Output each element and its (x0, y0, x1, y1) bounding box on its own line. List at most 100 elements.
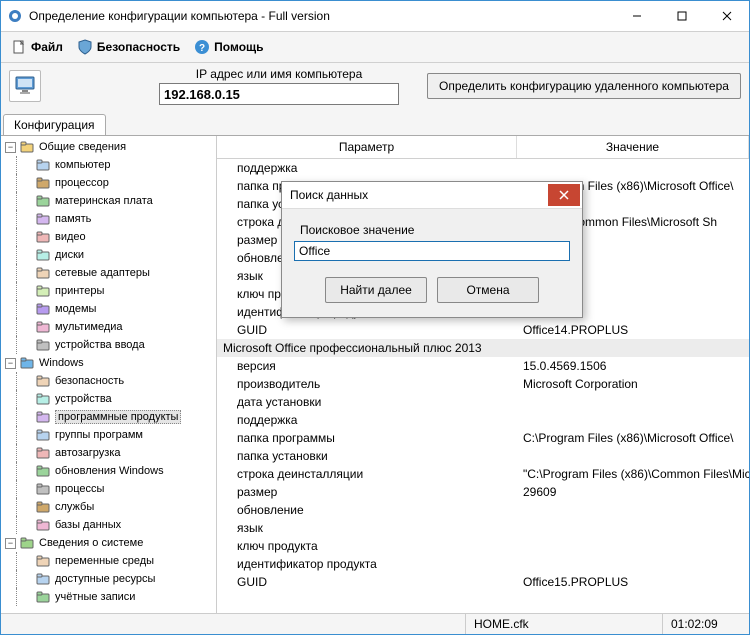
item-icon (35, 446, 51, 460)
tree-item[interactable]: процессор (1, 174, 216, 192)
dialog-close-button[interactable] (548, 184, 580, 206)
item-icon (35, 158, 51, 172)
list-row[interactable]: язык (217, 519, 749, 537)
list-row[interactable]: производительMicrosoft Corporation (217, 375, 749, 393)
menu-file-label: Файл (31, 40, 63, 54)
item-icon (35, 230, 51, 244)
column-parameter[interactable]: Параметр (217, 136, 517, 158)
tree-item[interactable]: диски (1, 246, 216, 264)
menu-help[interactable]: ? Помощь (188, 37, 269, 57)
collapse-icon[interactable]: − (5, 142, 16, 153)
tree-item[interactable]: базы данных (1, 516, 216, 534)
tree-item[interactable]: процессы (1, 480, 216, 498)
list-cell-param: GUID (217, 575, 517, 589)
tree-item-label: обновления Windows (55, 465, 164, 477)
list-row[interactable]: строка деинсталляции"C:\Program Files (x… (217, 465, 749, 483)
tree-item[interactable]: принтеры (1, 282, 216, 300)
list-row[interactable]: ключ продукта (217, 537, 749, 555)
tree-item[interactable]: программные продукты (1, 408, 216, 426)
tree-item[interactable]: память (1, 210, 216, 228)
tree-item-label: безопасность (55, 375, 124, 387)
tree-item-label: процессы (55, 483, 104, 495)
tree-group[interactable]: − Сведения о системе (1, 534, 216, 552)
close-button[interactable] (704, 2, 749, 31)
list-header: Параметр Значение (217, 136, 749, 159)
tree-group[interactable]: −Общие сведения (1, 138, 216, 156)
tree-item[interactable]: устройства ввода (1, 336, 216, 354)
search-value-input[interactable] (294, 241, 570, 261)
tree-pane[interactable]: −Общие сведениякомпьютерпроцессорматерин… (1, 136, 217, 613)
list-group-label: Microsoft Office профессиональный плюс 2… (217, 341, 749, 355)
tree-item[interactable]: видео (1, 228, 216, 246)
detect-remote-button[interactable]: Определить конфигурацию удаленного компь… (427, 73, 741, 99)
list-row[interactable]: обновление (217, 501, 749, 519)
menu-file[interactable]: Файл (5, 37, 69, 57)
tree-item[interactable]: группы программ (1, 426, 216, 444)
svg-text:?: ? (199, 43, 205, 54)
ip-input[interactable] (159, 83, 399, 105)
detect-local-button[interactable] (9, 70, 41, 102)
tree-item[interactable]: компьютер (1, 156, 216, 174)
tree-item[interactable]: доступные ресурсы (1, 570, 216, 588)
tree-group-label: Сведения о системе (39, 537, 143, 549)
tree-item-label: модемы (55, 303, 96, 315)
item-icon (35, 338, 51, 352)
minimize-button[interactable] (614, 2, 659, 31)
tree-item[interactable]: материнская плата (1, 192, 216, 210)
list-cell-param: GUID (217, 323, 517, 337)
item-icon (35, 518, 51, 532)
list-row[interactable]: дата установки (217, 393, 749, 411)
list-row[interactable]: поддержка (217, 411, 749, 429)
menu-help-label: Помощь (214, 40, 263, 54)
dialog-field-label: Поисковое значение (300, 223, 570, 237)
list-row[interactable]: GUIDOffice14.PROPLUS (217, 321, 749, 339)
tree-item[interactable]: сетевые адаптеры (1, 264, 216, 282)
list-row[interactable]: размер29609 (217, 483, 749, 501)
item-icon (35, 572, 51, 586)
list-row[interactable]: идентификатор продукта (217, 555, 749, 573)
tree-item[interactable]: безопасность (1, 372, 216, 390)
list-row[interactable]: версия15.0.4569.1506 (217, 357, 749, 375)
list-row[interactable]: папка программыC:\Program Files (x86)\Mi… (217, 429, 749, 447)
maximize-button[interactable] (659, 2, 704, 31)
find-next-label: Найти далее (340, 283, 412, 297)
tree-item[interactable]: учётные записи (1, 588, 216, 606)
tab-config[interactable]: Конфигурация (3, 114, 106, 135)
tree-group[interactable]: −Windows (1, 354, 216, 372)
item-icon (35, 410, 51, 424)
search-dialog: Поиск данных Поисковое значение Найти да… (281, 181, 583, 318)
list-cell-param: размер (217, 485, 517, 499)
tree-item[interactable]: автозагрузка (1, 444, 216, 462)
menu-security[interactable]: Безопасность (71, 37, 186, 57)
list-group-row[interactable]: Microsoft Office профессиональный плюс 2… (217, 339, 749, 357)
menubar: Файл Безопасность ? Помощь (1, 32, 749, 63)
tree-item[interactable]: модемы (1, 300, 216, 318)
list-row[interactable]: поддержка (217, 159, 749, 177)
tree-item-label: автозагрузка (55, 447, 121, 459)
cancel-button[interactable]: Отмена (437, 277, 539, 303)
find-next-button[interactable]: Найти далее (325, 277, 427, 303)
tree-item[interactable]: обновления Windows (1, 462, 216, 480)
status-filename: HOME.cfk (465, 614, 662, 634)
list-cell-param: язык (217, 521, 517, 535)
item-icon (35, 194, 51, 208)
tree-item[interactable]: переменные среды (1, 552, 216, 570)
tree-item[interactable]: устройства (1, 390, 216, 408)
app-icon (7, 8, 23, 24)
collapse-icon[interactable]: − (5, 538, 16, 549)
tree-item[interactable]: службы (1, 498, 216, 516)
item-icon (35, 428, 51, 442)
ip-field-group: IP адрес или имя компьютера (159, 67, 399, 105)
item-icon (35, 320, 51, 334)
tree-item-label: память (55, 213, 91, 225)
monitor-icon (14, 75, 36, 98)
tree-item-label: доступные ресурсы (55, 573, 155, 585)
column-value[interactable]: Значение (517, 136, 749, 158)
list-row[interactable]: папка установки (217, 447, 749, 465)
collapse-icon[interactable]: − (5, 358, 16, 369)
tree-item[interactable]: мультимедиа (1, 318, 216, 336)
statusbar: HOME.cfk 01:02:09 (1, 613, 749, 634)
list-row[interactable]: GUIDOffice15.PROPLUS (217, 573, 749, 591)
list-cell-value: C:\Program Files (x86)\Microsoft Office\ (517, 431, 749, 445)
item-icon (35, 374, 51, 388)
